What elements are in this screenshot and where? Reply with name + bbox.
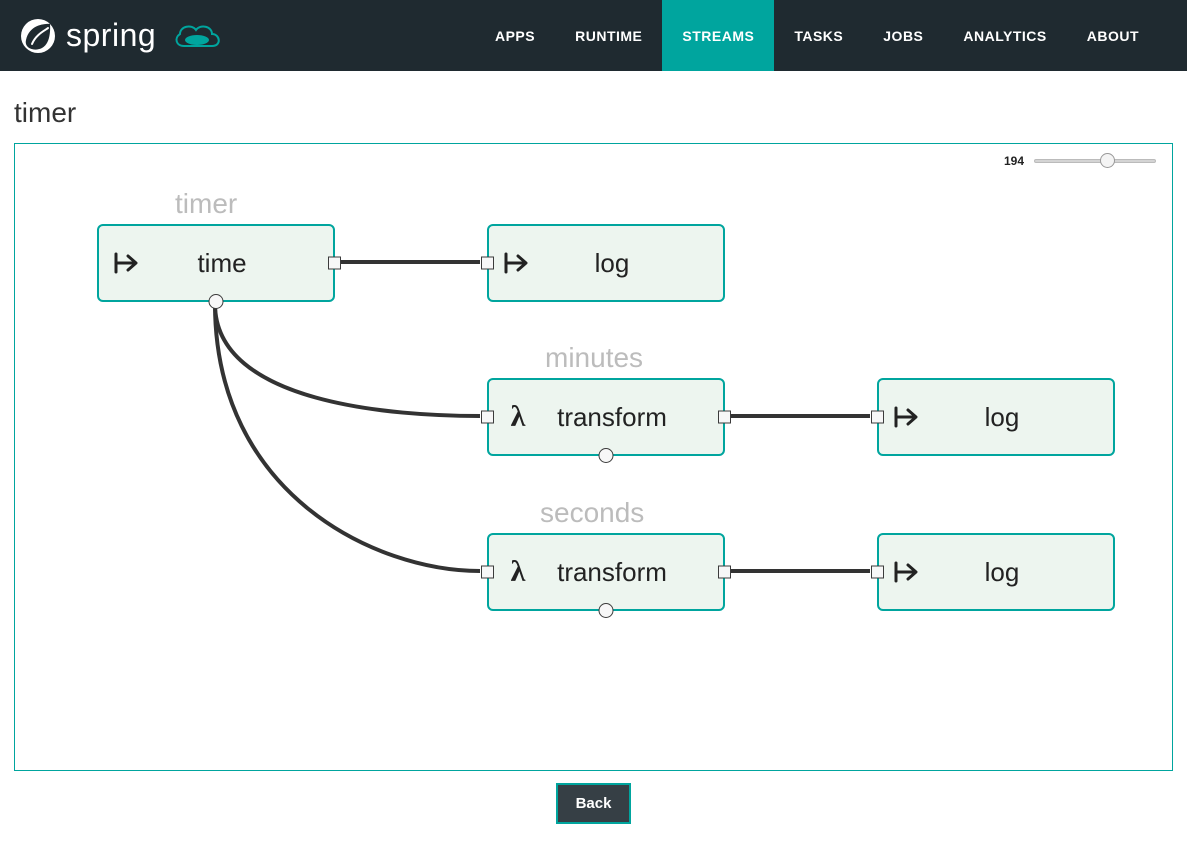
input-port[interactable]	[481, 566, 494, 579]
output-port[interactable]	[328, 257, 341, 270]
node-transform-minutes[interactable]: λ transform	[487, 378, 725, 456]
tap-port[interactable]	[599, 448, 614, 463]
nav-tabs: APPS RUNTIME STREAMS TASKS JOBS ANALYTIC…	[475, 0, 1159, 71]
node-log1-label: log	[535, 248, 723, 279]
node-time[interactable]: time	[97, 224, 335, 302]
input-port[interactable]	[481, 411, 494, 424]
stream-label-timer: timer	[175, 188, 237, 220]
input-port[interactable]	[481, 257, 494, 270]
node-log-m-label: log	[925, 402, 1113, 433]
nav-tab-tasks[interactable]: TASKS	[774, 0, 863, 71]
node-transform-s-label: transform	[535, 557, 723, 588]
input-port[interactable]	[871, 566, 884, 579]
sink-arrow-icon	[891, 561, 925, 583]
node-transform-m-label: transform	[535, 402, 723, 433]
source-arrow-icon	[111, 252, 145, 274]
input-port[interactable]	[871, 411, 884, 424]
nav-tab-streams[interactable]: STREAMS	[662, 0, 774, 71]
sink-arrow-icon	[891, 406, 925, 428]
cloud-dataflow-icon	[170, 20, 226, 52]
stream-canvas[interactable]: 194 timer minutes seconds	[14, 143, 1173, 771]
nav-tab-analytics[interactable]: ANALYTICS	[943, 0, 1066, 71]
page-title: timer	[0, 71, 1187, 143]
node-time-label: time	[145, 248, 333, 279]
back-button[interactable]: Back	[556, 783, 632, 824]
brand: spring	[20, 17, 226, 54]
node-log-timer[interactable]: log	[487, 224, 725, 302]
nav-tab-jobs[interactable]: JOBS	[863, 0, 943, 71]
node-transform-seconds[interactable]: λ transform	[487, 533, 725, 611]
lambda-icon: λ	[501, 555, 535, 589]
nav-tab-runtime[interactable]: RUNTIME	[555, 0, 662, 71]
brand-text: spring	[66, 17, 156, 54]
stream-label-seconds: seconds	[540, 497, 644, 529]
stream-label-minutes: minutes	[545, 342, 643, 374]
nav-tab-about[interactable]: ABOUT	[1067, 0, 1159, 71]
output-port[interactable]	[718, 411, 731, 424]
node-log-seconds[interactable]: log	[877, 533, 1115, 611]
spring-leaf-icon	[20, 18, 56, 54]
nav-tab-apps[interactable]: APPS	[475, 0, 555, 71]
sink-arrow-icon	[501, 252, 535, 274]
navbar: spring APPS RUNTIME STREAMS TASKS JOBS A…	[0, 0, 1187, 71]
node-log-s-label: log	[925, 557, 1113, 588]
tap-port[interactable]	[599, 603, 614, 618]
lambda-icon: λ	[501, 400, 535, 434]
output-port[interactable]	[718, 566, 731, 579]
node-log-minutes[interactable]: log	[877, 378, 1115, 456]
footer-actions: Back	[0, 783, 1187, 824]
diagram-layer: timer minutes seconds time log λ transfo…	[15, 144, 1172, 770]
tap-port[interactable]	[209, 294, 224, 309]
